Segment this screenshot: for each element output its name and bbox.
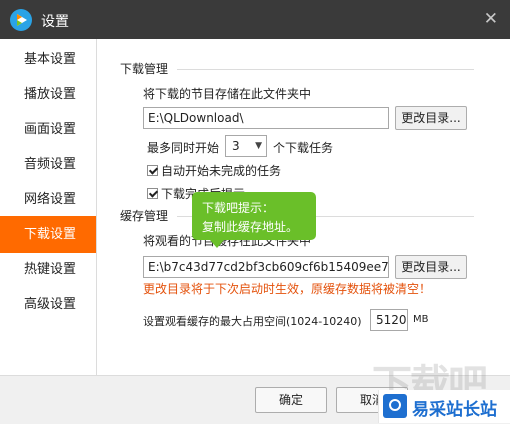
- tooltip-line1: 下载吧提示：: [202, 201, 275, 215]
- window-title: 设置: [41, 14, 69, 30]
- download-folder-input[interactable]: E:\QLDownload\: [143, 107, 389, 129]
- tooltip-tail: [210, 240, 224, 248]
- cache-change-dir-button[interactable]: 更改目录...: [395, 255, 467, 279]
- title-bar: 设置 ✕: [0, 0, 510, 39]
- tooltip-bubble: 下载吧提示： 复制此缓存地址。: [192, 192, 316, 240]
- sidebar: 基本设置 播放设置 画面设置 音频设置 网络设置 下载设置 热键设置 高级设置: [0, 39, 97, 375]
- sidebar-item-playback[interactable]: 播放设置: [0, 76, 96, 113]
- download-section-title: 下载管理: [120, 62, 169, 76]
- max-tasks-select[interactable]: 3 ▼: [225, 135, 267, 157]
- close-icon[interactable]: ✕: [484, 9, 498, 29]
- sidebar-item-basic[interactable]: 基本设置: [0, 41, 96, 78]
- cache-max-space-unit: MB: [413, 314, 429, 325]
- sidebar-item-network[interactable]: 网络设置: [0, 181, 96, 218]
- sidebar-item-download[interactable]: 下载设置: [0, 216, 96, 253]
- notify-checkbox[interactable]: [147, 188, 158, 199]
- cache-warning-text: 更改目录将于下次启动时生效，原缓存数据将被清空！: [143, 282, 432, 296]
- cache-section-title: 缓存管理: [120, 209, 169, 223]
- sidebar-item-audio[interactable]: 音频设置: [0, 146, 96, 183]
- watermark-badge: 易采站长站: [378, 390, 510, 423]
- tooltip-line2: 复制此缓存地址。: [202, 220, 299, 234]
- auto-start-label: 自动开始未完成的任务: [161, 164, 282, 178]
- sidebar-item-video[interactable]: 画面设置: [0, 111, 96, 148]
- cache-folder-input[interactable]: E:\b7c43d77cd2bf3cb609cf6b15409ee78\: [143, 256, 389, 278]
- download-folder-label: 将下载的节目存储在此文件夹中: [143, 87, 312, 101]
- max-tasks-value: 3: [232, 139, 240, 153]
- watermark-logo-icon: [383, 394, 407, 418]
- auto-start-checkbox[interactable]: [147, 165, 158, 176]
- download-change-dir-button[interactable]: 更改目录...: [395, 106, 467, 130]
- max-tasks-prefix: 最多同时开始: [147, 141, 220, 155]
- watermark-text: 易采站长站: [412, 400, 497, 420]
- max-tasks-suffix: 个下载任务: [273, 141, 334, 155]
- cache-max-space-label: 设置观看缓存的最大占用空间(1024-10240): [143, 315, 362, 328]
- sidebar-item-advanced[interactable]: 高级设置: [0, 286, 96, 323]
- chevron-down-icon: ▼: [255, 141, 262, 151]
- cache-max-space-input[interactable]: 5120: [370, 309, 408, 331]
- section-divider: [177, 69, 474, 70]
- sidebar-item-hotkey[interactable]: 热键设置: [0, 251, 96, 288]
- app-logo-icon: [10, 9, 32, 31]
- ok-button[interactable]: 确定: [255, 387, 327, 413]
